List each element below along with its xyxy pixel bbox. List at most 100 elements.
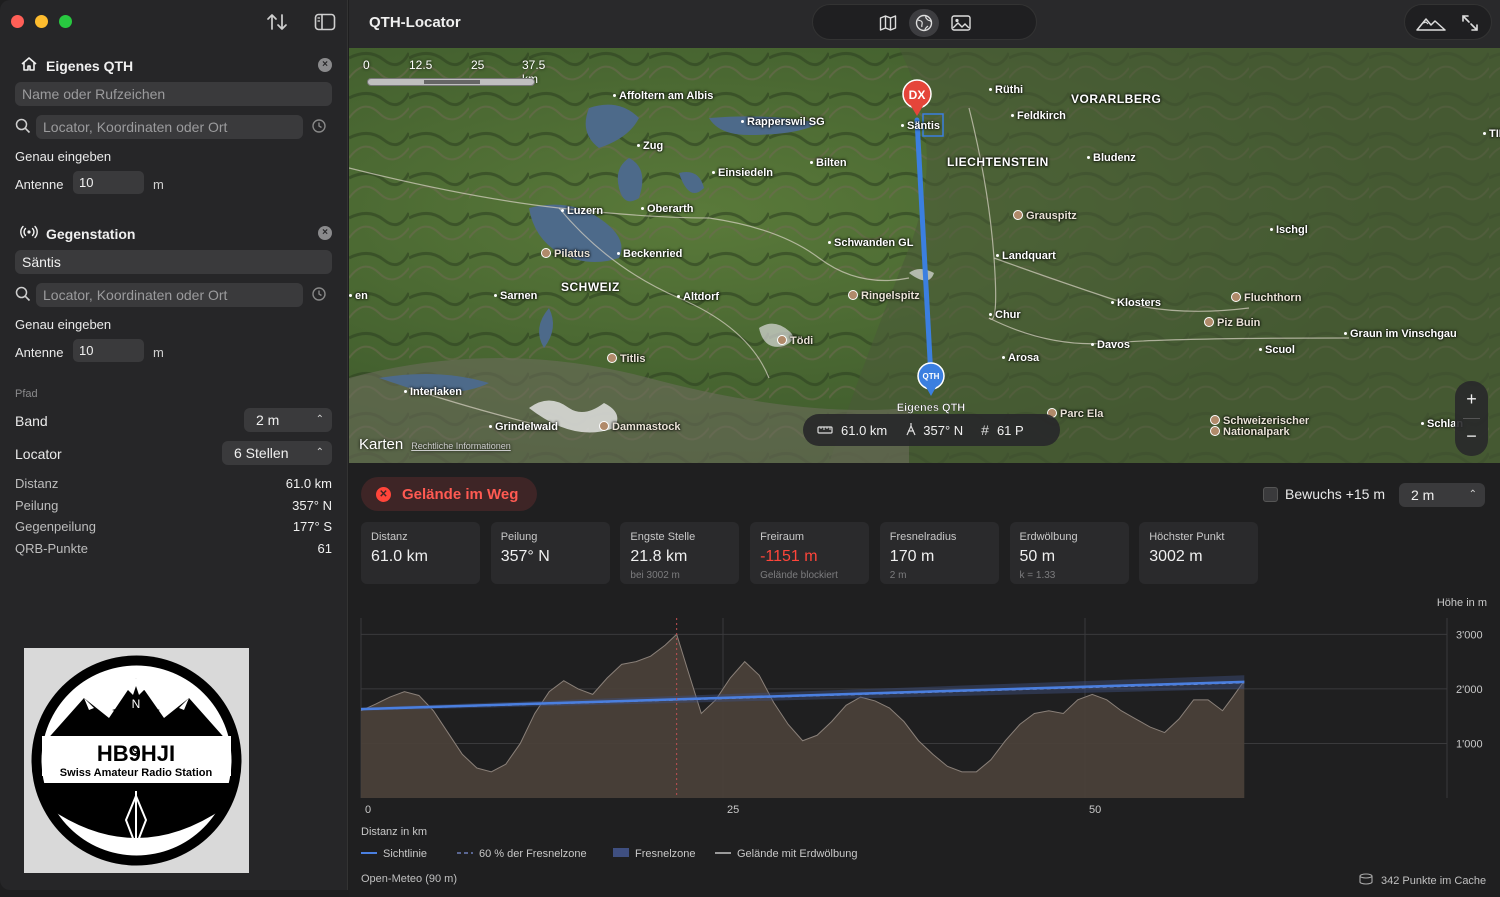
globe-icon[interactable] (909, 9, 939, 37)
band-select[interactable]: 2 m ⌃ (244, 408, 332, 432)
town-dot-icon (741, 120, 744, 123)
map-peak-label[interactable]: Titlis (607, 353, 645, 365)
town-dot-icon (561, 209, 564, 212)
home-locator-search: Locator, Koordinaten oder Ort (15, 115, 332, 139)
peak-icon (1013, 210, 1023, 220)
profile-panel: ✕ Gelände im Weg Bewuchs +15 m 2 m ⌃ Dis… (349, 463, 1500, 897)
remote-antenna-label: Antenne (15, 345, 64, 360)
map-town-label[interactable]: Davos (1091, 339, 1130, 351)
app-title: QTH-Locator (369, 14, 461, 31)
map-town-label[interactable]: Bilten (810, 157, 847, 169)
stat-card-value: -1151 m (760, 548, 818, 565)
map-label-text: Beckenried (623, 248, 683, 260)
map-peak-label[interactable]: Pilatus (541, 248, 590, 260)
home-antenna-input[interactable]: 10 (73, 171, 144, 194)
map-peak-label[interactable]: Grauspitz (1013, 210, 1077, 222)
map-town-label[interactable]: TIR (1483, 128, 1500, 140)
map-town-label[interactable]: Feldkirch (1011, 110, 1066, 122)
search-icon (15, 118, 31, 134)
map-town-label[interactable]: Oberarth (641, 203, 693, 215)
clear-remote-button[interactable]: × (318, 226, 332, 240)
error-icon: ✕ (376, 486, 391, 502)
vegetation-checkbox[interactable] (1263, 486, 1278, 502)
map-peak-label[interactable]: Fluchthorn (1231, 292, 1301, 304)
zoom-window-button[interactable] (59, 15, 72, 28)
expand-icon[interactable] (1455, 9, 1485, 37)
map-town-label[interactable]: Säntis (901, 120, 940, 132)
map-label-text: Affoltern am Albis (619, 90, 714, 102)
map-label-text: Einsiedeln (718, 167, 774, 179)
map-region-label[interactable]: LIECHTENSTEIN (947, 155, 1049, 169)
ruler-icon (817, 423, 833, 438)
map-town-label[interactable]: Sarnen (494, 290, 537, 302)
map-town-label[interactable]: Landquart (996, 250, 1056, 262)
map-town-label[interactable]: Schwanden GL (828, 237, 913, 249)
summary-row: QRB-Punkte 61 (15, 541, 332, 556)
vegetation-select[interactable]: 2 m ⌃ (1399, 483, 1485, 507)
map-town-label[interactable]: Affoltern am Albis (613, 90, 713, 102)
town-dot-icon (1421, 422, 1424, 425)
map-icon[interactable] (873, 9, 903, 37)
legal-info-link[interactable]: Rechtliche Informationen (411, 441, 511, 451)
map-town-label[interactable]: Interlaken (404, 386, 462, 398)
band-value: 2 m (256, 412, 280, 428)
minimize-window-button[interactable] (35, 15, 48, 28)
map-town-label[interactable]: Altdorf (677, 291, 719, 303)
scale-label: 12.5 (409, 58, 433, 72)
legend-label: 60 % der Fresnelzone (479, 848, 587, 860)
map-label-text: Rüthi (995, 84, 1024, 96)
home-manual-toggle[interactable]: Genau eingeben (15, 149, 111, 164)
map-town-label[interactable]: Arosa (1002, 352, 1039, 364)
map-town-label[interactable]: Beckenried (617, 248, 682, 260)
map-town-label[interactable]: Graun im Vinschgau (1344, 328, 1457, 340)
zoom-in-button[interactable]: + (1455, 381, 1488, 418)
map-town-label[interactable]: Klosters (1111, 297, 1161, 309)
home-name-input[interactable]: Name oder Rufzeichen (15, 82, 332, 106)
remote-manual-toggle[interactable]: Genau eingeben (15, 317, 111, 332)
home-locator-input[interactable]: Locator, Koordinaten oder Ort (36, 115, 303, 139)
remote-name-input[interactable]: Säntis (15, 250, 332, 274)
map-label-text: Landquart (1002, 250, 1056, 262)
map-town-label[interactable]: Zug (637, 140, 663, 152)
map-peak-label[interactable]: Tödi (777, 335, 813, 347)
remote-antenna-input[interactable]: 10 (73, 339, 144, 362)
town-dot-icon (1111, 301, 1114, 304)
mountain-icon[interactable] (1415, 9, 1447, 37)
clear-home-button[interactable]: × (318, 58, 332, 72)
map-town-label[interactable]: Rapperswil SG (741, 116, 825, 128)
town-dot-icon (1011, 114, 1014, 117)
map-view[interactable]: DX QTH Eigenes QTH Affoltern am Albis Rap… (349, 48, 1500, 463)
history-icon[interactable] (311, 286, 327, 302)
map-region-label[interactable]: SCHWEIZ (561, 280, 620, 294)
map-label-text: Klosters (1117, 297, 1162, 309)
legend-label: Sichtlinie (383, 848, 427, 860)
zoom-out-button[interactable]: − (1455, 419, 1488, 456)
search-icon (15, 286, 31, 302)
history-icon[interactable] (311, 118, 327, 134)
map-town-label[interactable]: Grindelwald (489, 421, 558, 433)
stat-card-value: 170 m (889, 548, 935, 565)
close-window-button[interactable] (11, 15, 24, 28)
map-town-label[interactable]: en (349, 290, 368, 302)
map-peak-label[interactable]: Ringelspitz (848, 290, 920, 302)
sidebar-icon[interactable] (313, 10, 337, 34)
map-peak-label[interactable]: Piz Buin (1204, 317, 1260, 329)
map-town-label[interactable]: Bludenz (1087, 152, 1136, 164)
map-town-label[interactable]: Rüthi (989, 84, 1023, 96)
map-town-label[interactable]: Einsiedeln (712, 167, 773, 179)
swap-icon[interactable] (265, 10, 289, 34)
map-label-text: Oberarth (647, 203, 694, 215)
map-peak-label[interactable]: Nationalpark (1210, 426, 1290, 438)
map-town-label[interactable]: Scuol (1259, 344, 1295, 356)
map-town-label[interactable]: Ischgl (1270, 224, 1308, 236)
map-peak-label[interactable]: Dammastock (599, 421, 680, 433)
view-controls (1404, 4, 1492, 40)
home-section-header: Eigenes QTH (20, 56, 133, 75)
map-town-label[interactable]: Luzern (561, 205, 603, 217)
photo-icon[interactable] (946, 9, 976, 37)
map-town-label[interactable]: Chur (989, 309, 1021, 321)
locator-select[interactable]: 6 Stellen ⌃ (222, 441, 332, 465)
map-region-label[interactable]: VORARLBERG (1071, 92, 1161, 106)
vegetation-toggle[interactable]: Bewuchs +15 m (1263, 486, 1385, 502)
remote-locator-input[interactable]: Locator, Koordinaten oder Ort (36, 283, 303, 307)
